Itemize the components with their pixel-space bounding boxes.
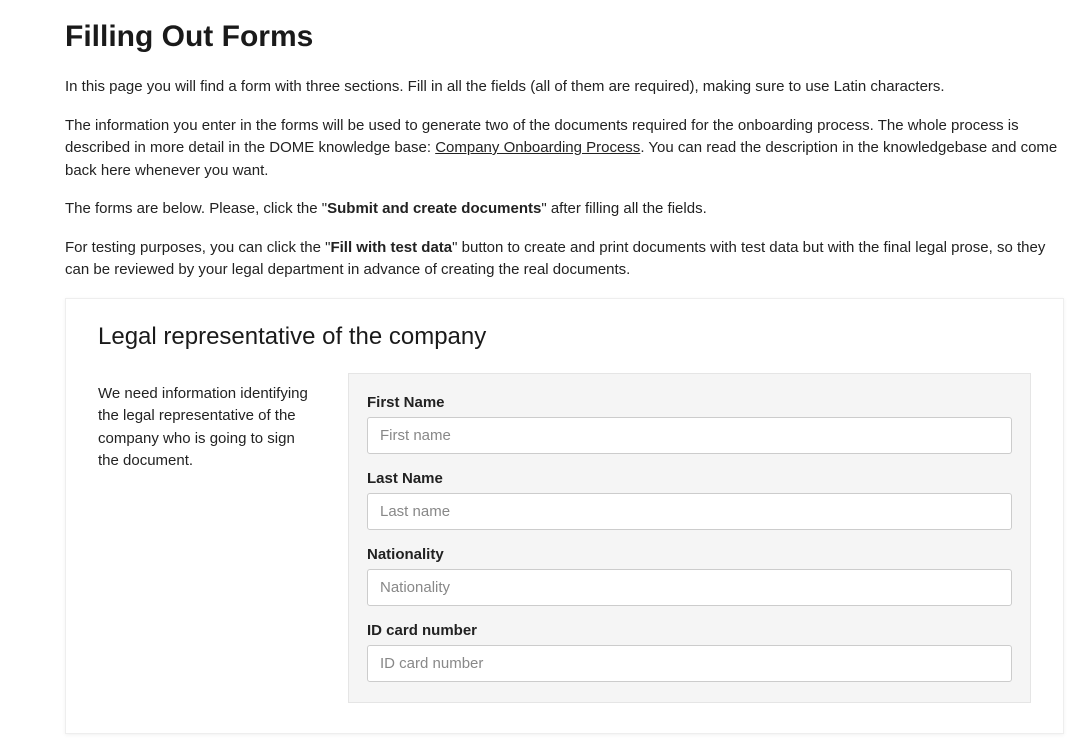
last-name-label: Last Name [367,470,1012,487]
intro-section: In this page you will find a form with t… [65,76,1064,282]
form-section-description: We need information identifying the lega… [98,373,308,473]
intro-paragraph-1: In this page you will find a form with t… [65,76,1064,99]
field-group-last-name: Last Name [367,470,1012,530]
nationality-label: Nationality [367,546,1012,563]
intro-p3-text-a: The forms are below. Please, click the " [65,200,327,217]
intro-paragraph-3: The forms are below. Please, click the "… [65,198,1064,221]
field-group-first-name: First Name [367,394,1012,454]
field-group-id-card: ID card number [367,622,1012,682]
intro-paragraph-4: For testing purposes, you can click the … [65,237,1064,282]
intro-p3-text-b: " after filling all the fields. [541,200,706,217]
form-card-legal-representative: Legal representative of the company We n… [65,298,1064,734]
first-name-input[interactable] [367,417,1012,454]
onboarding-process-link[interactable]: Company Onboarding Process [435,139,640,156]
intro-p4-text-a: For testing purposes, you can click the … [65,239,330,256]
form-body: We need information identifying the lega… [98,373,1031,703]
id-card-input[interactable] [367,645,1012,682]
form-fields-container: First Name Last Name Nationality ID card… [348,373,1031,703]
id-card-label: ID card number [367,622,1012,639]
form-section-title: Legal representative of the company [98,323,1031,351]
last-name-input[interactable] [367,493,1012,530]
page-title: Filling Out Forms [65,20,1064,54]
first-name-label: First Name [367,394,1012,411]
submit-button-name: Submit and create documents [327,200,541,217]
fill-test-data-button-name: Fill with test data [330,239,452,256]
nationality-input[interactable] [367,569,1012,606]
field-group-nationality: Nationality [367,546,1012,606]
intro-paragraph-2: The information you enter in the forms w… [65,115,1064,183]
